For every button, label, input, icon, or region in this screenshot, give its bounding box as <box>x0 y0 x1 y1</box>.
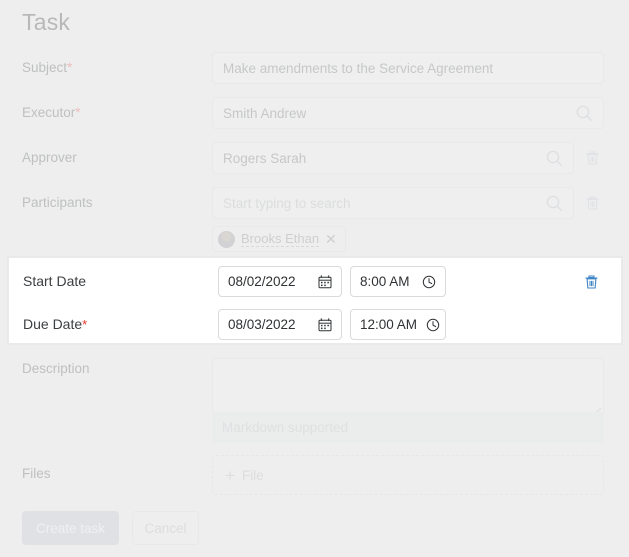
due-time-value: 12:00 AM <box>360 317 418 332</box>
executor-input[interactable]: Smith Andrew <box>212 97 604 129</box>
participants-placeholder: Start typing to search <box>223 195 351 211</box>
plus-icon: + <box>225 465 235 485</box>
clock-icon[interactable] <box>426 318 440 332</box>
search-icon[interactable] <box>576 105 593 122</box>
due-date-value: 08/03/2022 <box>228 317 296 332</box>
cancel-button[interactable]: Cancel <box>132 511 199 545</box>
file-dropzone[interactable]: + File <box>212 455 604 495</box>
start-date-delete-button[interactable] <box>580 271 602 293</box>
search-icon[interactable] <box>546 150 563 167</box>
field-row-start-date: Start Date 08/02/2022 8:00 AM <box>9 264 623 300</box>
calendar-icon[interactable] <box>318 274 332 289</box>
required-marker: * <box>67 60 73 75</box>
page-title: Task <box>22 9 71 35</box>
field-row-subject: Subject* Make amendments to the Service … <box>0 52 629 84</box>
participants-label: Participants <box>22 195 93 210</box>
participants-delete-button[interactable] <box>581 192 603 214</box>
subject-input[interactable]: Make amendments to the Service Agreement <box>212 52 604 84</box>
description-label: Description <box>22 361 90 376</box>
subject-label: Subject* <box>22 60 73 75</box>
create-task-button[interactable]: Create task <box>22 511 119 545</box>
field-row-participants: Participants Start typing to search <box>0 187 629 219</box>
file-add-label: File <box>241 467 264 483</box>
due-date-label: Due Date* <box>23 316 88 332</box>
field-row-executor: Executor* Smith Andrew <box>0 97 629 129</box>
search-icon[interactable] <box>546 195 563 212</box>
executor-value: Smith Andrew <box>223 105 307 121</box>
due-date-input[interactable]: 08/03/2022 <box>218 309 342 340</box>
participants-input[interactable]: Start typing to search <box>212 187 574 219</box>
start-date-value: 08/02/2022 <box>228 274 296 289</box>
approver-label: Approver <box>22 150 77 165</box>
calendar-icon[interactable] <box>318 317 332 332</box>
approver-delete-button[interactable] <box>581 147 603 169</box>
avatar <box>218 230 235 248</box>
participant-chip-label[interactable]: Brooks Ethan <box>241 231 320 247</box>
task-form-screen: Task Subject* Make amendments to the Ser… <box>0 0 629 557</box>
required-marker: * <box>82 317 88 332</box>
start-time-value: 8:00 AM <box>360 274 410 289</box>
start-time-input[interactable]: 8:00 AM <box>350 266 446 297</box>
markdown-hint: Markdown supported <box>212 412 604 443</box>
close-icon[interactable]: ✕ <box>325 232 337 246</box>
field-row-files: Files + File <box>0 455 629 495</box>
due-time-input[interactable]: 12:00 AM <box>350 309 446 340</box>
participant-chip[interactable]: Brooks Ethan ✕ <box>212 226 346 252</box>
date-section-highlight-panel: Start Date 08/02/2022 8:00 AM Due Date* … <box>8 257 622 344</box>
files-label: Files <box>22 466 51 481</box>
clock-icon[interactable] <box>422 275 436 289</box>
approver-input[interactable]: Rogers Sarah <box>212 142 574 174</box>
start-date-input[interactable]: 08/02/2022 <box>218 266 342 297</box>
start-date-label: Start Date <box>23 273 87 289</box>
field-row-approver: Approver Rogers Sarah <box>0 142 629 174</box>
required-marker: * <box>75 105 81 120</box>
field-row-due-date: Due Date* 08/03/2022 12:00 AM <box>9 307 623 343</box>
approver-value: Rogers Sarah <box>223 150 307 166</box>
executor-label: Executor* <box>22 105 81 120</box>
subject-value: Make amendments to the Service Agreement <box>223 60 494 76</box>
